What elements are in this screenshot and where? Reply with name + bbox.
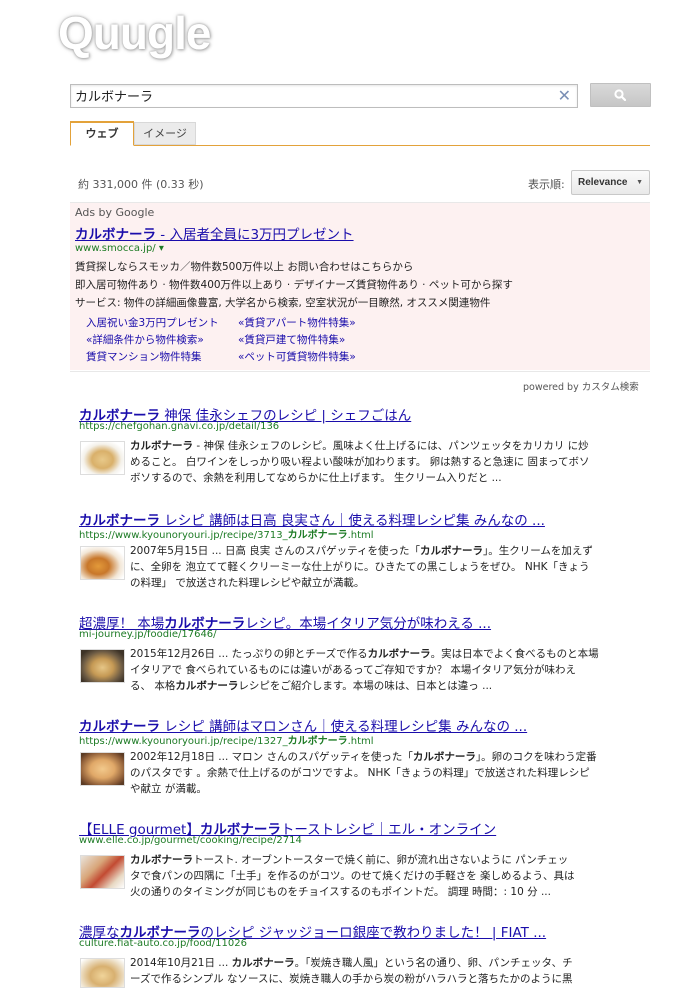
snippet-line: 2015年12月26日 ... たっぷりの卵とチーズで作るカルボナーラ。実は日本… (130, 646, 642, 662)
snippet-line: カルボナーラ - 神保 佳永シェフのレシピ。風味よく仕上げるには、パンツェッタを… (130, 438, 642, 454)
snippet-text: - 神保 佳永シェフのレシピ。風味よく仕上げるには、パンツェッタをカリカリ に炒 (193, 440, 589, 452)
snippet-text: 2007年5月15日 ... 日高 良実 さんのスパゲッティを使った「 (130, 545, 420, 557)
result-thumbnail[interactable] (80, 855, 125, 889)
snippet-bold: カルボナーラ (367, 648, 431, 660)
sort-label: 表示順: (528, 178, 565, 191)
search-box[interactable]: ✕ (70, 84, 578, 108)
ad-desc-2: 即入居可物件あり · 物件数400万件以上あり · デザイナーズ賃貸物件あり ·… (75, 279, 513, 291)
ad-desc-3: サービス: 物件の詳細画像豊富, 大学名から検索, 空室状況が一目瞭然, オスス… (75, 297, 491, 309)
snippet-line: 火の通りのタイミングが同じものをチョイスするのもポイントだ。 調理 時間：: 1… (130, 886, 551, 898)
result-count: 約 331,000 件 (0.33 秒) (78, 178, 204, 191)
ads-divider-bottom (70, 371, 650, 372)
snippet-text: レシピをご紹介します。本場の味は、日本とは違っ ... (238, 680, 493, 692)
result-title-rest: のレシピ ジャッジョーロ銀座で教わりました！ | FIAT ... (200, 925, 547, 941)
snippet-line: めること。 白ワインをしっかり吸い程よい酸味が加わります。 卵は熱すると急速に … (130, 456, 590, 468)
result-url-pre: https://www.kyounoryouri.jp/recipe/3713_ (79, 530, 288, 541)
snippet-line: の料理」 で放送された料理レシピや献立が満載。 (130, 577, 365, 589)
result-snippet: カルボナーラ - 神保 佳永シェフのレシピ。風味よく仕上げるには、パンツェッタを… (130, 438, 642, 486)
tab-web[interactable]: ウェブ (70, 121, 134, 146)
result-thumbnail[interactable] (80, 441, 125, 475)
snippet-text: 。実は日本でよく食べるものと本場 (430, 648, 599, 660)
result-snippet: 2015年12月26日 ... たっぷりの卵とチーズで作るカルボナーラ。実は日本… (130, 646, 642, 694)
snippet-bold: カルボナーラ (412, 751, 476, 763)
snippet-bold: カルボナーラ (420, 545, 483, 557)
result-url: https://www.kyounoryouri.jp/recipe/1327_… (79, 732, 374, 747)
ad-sitelink[interactable]: 賃貸マンション物件特集 (86, 349, 202, 364)
logo: Quugle (58, 7, 211, 59)
tab-divider (70, 145, 650, 146)
snippet-line: る、 本格カルボナーラレシピをご紹介します。本場の味は、日本とは違っ ... (130, 678, 642, 694)
result-url: culture.fiat-auto.co.jp/food/11026 (79, 938, 247, 949)
clear-icon[interactable]: ✕ (558, 86, 571, 106)
snippet-bold: カルボナーラ (175, 680, 239, 692)
result-url: https://chefgohan.gnavi.co.jp/detail/136 (79, 421, 280, 432)
search-input[interactable] (75, 86, 545, 105)
result-snippet: カルボナーラトースト. オーブントースターで焼く前に、卵が流れ出さないように パ… (130, 852, 642, 900)
snippet-text: 」。卵のコクを味わう定番 (475, 751, 597, 763)
ad-url[interactable]: www.smocca.jp/ ▾ (75, 243, 164, 254)
sort-value: Relevance (578, 177, 628, 188)
powered-by: powered by カスタム検索 (523, 382, 639, 393)
result-title-rest: トーストレシピ｜エル・オンライン (280, 822, 497, 838)
result-thumbnail[interactable] (80, 649, 125, 683)
snippet-text: 」。生クリームを加えず (483, 545, 593, 557)
result-snippet: 2002年12月18日 ... マロン さんのスパゲッティを使った「カルボナーラ… (130, 749, 642, 797)
result-thumbnail[interactable] (80, 546, 125, 580)
ads-block: Ads by Google カルボナーラ - 入居者全員に3万円プレゼント ww… (70, 203, 650, 370)
snippet-line: イタリアで 食べられているものには違いがあるってご存知ですか？ 本場イタリア気分… (130, 664, 576, 676)
chevron-down-icon: ▼ (636, 179, 643, 186)
search-icon (614, 89, 626, 101)
snippet-line: タで食パンの四隅に「土手」を作るのがコツ。のせて焼くだけの手軽さを 楽しめるよう… (130, 870, 575, 882)
result-url-bold: カルボナーラ (287, 736, 348, 747)
snippet-line: 2014年10月21日 ... カルボナーラ。「炭焼き職人風」という名の通り、卵… (130, 955, 642, 971)
ad-sitelink[interactable]: 入居祝い金3万円プレゼント (86, 315, 219, 330)
snippet-text: 2002年12月18日 ... マロン さんのスパゲッティを使った「 (130, 751, 413, 763)
snippet-line: や献立 が満載。 (130, 783, 207, 795)
result-thumbnail[interactable] (80, 958, 125, 988)
ad-sitelink[interactable]: «詳細条件から物件検索» (86, 332, 204, 347)
snippet-text: 2014年10月21日 ... (130, 957, 232, 969)
snippet-bold: カルボナーラ (130, 440, 193, 452)
snippet-bold: カルボナーラ (130, 854, 193, 866)
snippet-line: ーズで作るシンプル なソースに、炭焼き職人の手から炭の粉がハラハラと落ちたかのよ… (130, 973, 573, 985)
result-snippet: 2014年10月21日 ... カルボナーラ。「炭焼き職人風」という名の通り、卵… (130, 955, 642, 987)
snippet-line: のパスタです 。余熱で仕上げるのがコツですよ。 NHK「きょうの料理」で放送され… (130, 767, 590, 779)
snippet-line: 2002年12月18日 ... マロン さんのスパゲッティを使った「カルボナーラ… (130, 749, 642, 765)
ad-sitelink[interactable]: «賃貸戸建て物件特集» (238, 332, 345, 347)
result-snippet: 2007年5月15日 ... 日高 良実 さんのスパゲッティを使った「カルボナー… (130, 543, 642, 591)
ads-label: Ads by Google (75, 206, 155, 219)
ad-title-link[interactable]: カルボナーラ - 入居者全員に3万円プレゼント (75, 223, 354, 243)
result-url-bold: カルボナーラ (287, 530, 348, 541)
snippet-line: カルボナーラトースト. オーブントースターで焼く前に、卵が流れ出さないように パ… (130, 852, 642, 868)
result-url: mi-journey.jp/foodie/17646/ (79, 629, 217, 640)
snippet-line: ボソするので、余熱を利用してなめらかに仕上げます。 生クリーム入りだと ... (130, 472, 502, 484)
sort-select[interactable]: Relevance ▼ (571, 170, 650, 195)
ad-sitelink[interactable]: «賃貸アパート物件特集» (238, 315, 356, 330)
result-url-pre: https://www.kyounoryouri.jp/recipe/1327_ (79, 736, 288, 747)
tab-image[interactable]: イメージ (134, 122, 196, 145)
snippet-line: に、全卵を 泡立てて軽くクリーミーな仕上がりに。ひきたての黒こしょうをぜひ。 N… (130, 561, 590, 573)
ad-sitelink[interactable]: «ペット可賃貸物件特集» (238, 349, 356, 364)
snippet-text: トースト. オーブントースターで焼く前に、卵が流れ出さないように パンチェッ (193, 854, 569, 866)
ad-title-rest: - 入居者全員に3万円プレゼント (156, 227, 354, 243)
result-url-post: .html (347, 530, 374, 541)
snippet-text: 。「炭焼き職人風」という名の通り、卵、パンチェッタ、チ (294, 957, 573, 969)
snippet-bold: カルボナーラ (231, 957, 295, 969)
ad-title-bold: カルボナーラ (75, 227, 156, 243)
result-url: www.elle.co.jp/gourmet/cooking/recipe/27… (79, 835, 302, 846)
snippet-text: る、 本格 (130, 680, 176, 692)
search-button[interactable] (590, 83, 651, 107)
snippet-text: 2015年12月26日 ... たっぷりの卵とチーズで作る (130, 648, 368, 660)
ad-desc-1: 賃貸探しならスモッカ／物件数500万件以上 お問い合わせはこちらから (75, 261, 414, 273)
result-title-rest: レシピ。本場イタリア気分が味わえる ... (245, 616, 492, 632)
snippet-line: 2007年5月15日 ... 日高 良実 さんのスパゲッティを使った「カルボナー… (130, 543, 642, 559)
result-thumbnail[interactable] (80, 752, 125, 786)
result-url-post: .html (347, 736, 374, 747)
result-url: https://www.kyounoryouri.jp/recipe/3713_… (79, 526, 374, 541)
